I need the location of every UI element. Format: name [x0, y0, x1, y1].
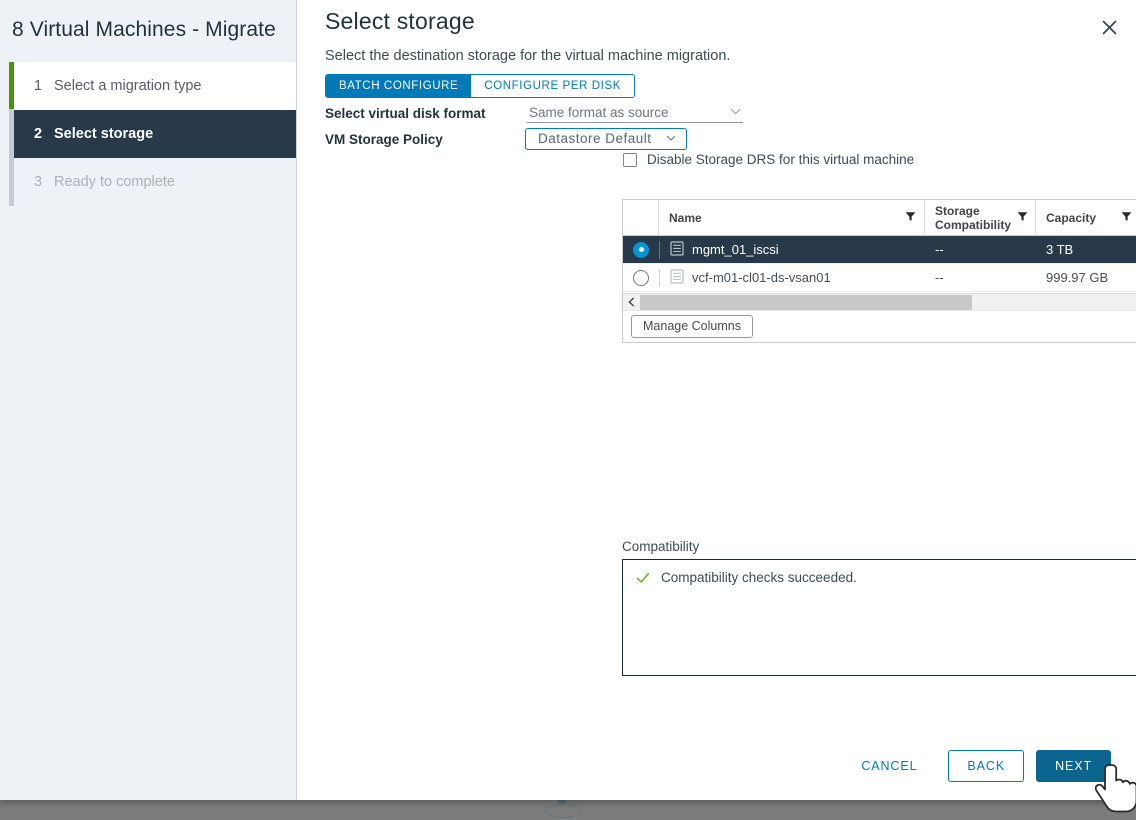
wizard-title: 8 Virtual Machines - Migrate	[0, 0, 296, 44]
compatibility-message: Compatibility checks succeeded.	[661, 570, 857, 585]
table-row[interactable]: vcf-m01-cl01-ds-vsan01 -- 999.97 GB 7.28…	[623, 264, 1136, 292]
column-header-select	[623, 200, 659, 235]
datastore-icon	[670, 269, 684, 287]
datastore-table-inner: Name StorageCompatibility	[623, 200, 1136, 292]
disable-storage-drs-label: Disable Storage DRS for this virtual mac…	[647, 152, 914, 167]
horizontal-scroll-thumb[interactable]	[640, 295, 972, 310]
column-header-name[interactable]: Name	[659, 200, 925, 235]
table-header-row: Name StorageCompatibility	[623, 200, 1136, 236]
column-header-storage-compatibility[interactable]: StorageCompatibility	[925, 200, 1036, 235]
table-footer: Manage Columns Items per page 10 2 items	[623, 310, 1136, 342]
disk-format-select[interactable]: Same format as source	[527, 104, 743, 123]
compatibility-label: Compatibility	[622, 539, 699, 554]
disable-storage-drs-row[interactable]: Disable Storage DRS for this virtual mac…	[623, 152, 914, 167]
cell-name: vcf-m01-cl01-ds-vsan01	[660, 264, 925, 291]
migrate-wizard-dialog: 8 Virtual Machines - Migrate 1 Select a …	[0, 0, 1136, 800]
configure-mode-tabs: BATCH CONFIGURE CONFIGURE PER DISK	[325, 74, 635, 98]
row-radio-selected[interactable]	[633, 242, 649, 258]
screen: 8 Virtual Machines - Migrate 1 Select a …	[0, 0, 1136, 820]
datastore-table-viewport: Name StorageCompatibility	[623, 200, 1136, 293]
check-icon	[635, 570, 651, 589]
scroll-left-icon[interactable]	[623, 294, 640, 311]
column-header-storage-compatibility-label: StorageCompatibility	[935, 204, 1011, 232]
wizard-step-1-label: Select a migration type	[54, 78, 202, 94]
column-header-name-label: Name	[669, 211, 702, 225]
background-object-ellipse	[545, 804, 581, 818]
wizard-step-3-label: Ready to complete	[54, 174, 175, 190]
chevron-down-icon	[730, 107, 741, 118]
wizard-sidebar: 8 Virtual Machines - Migrate 1 Select a …	[0, 0, 297, 800]
wizard-step-1-number: 1	[34, 78, 54, 94]
close-icon[interactable]	[1096, 14, 1122, 40]
manage-columns-button[interactable]: Manage Columns	[631, 315, 753, 338]
row-radio-cell[interactable]	[623, 242, 659, 258]
cell-name-text: vcf-m01-cl01-ds-vsan01	[692, 270, 831, 285]
disable-storage-drs-checkbox[interactable]	[623, 153, 637, 167]
filter-icon[interactable]	[1121, 211, 1132, 225]
storage-policy-value: Datastore Default	[538, 131, 652, 146]
cancel-button[interactable]: CANCEL	[842, 750, 936, 782]
wizard-steps: 1 Select a migration type 2 Select stora…	[0, 62, 296, 206]
page-subtitle: Select the destination storage for the v…	[325, 48, 730, 64]
datastore-table: Name StorageCompatibility	[622, 199, 1136, 343]
tab-batch-configure[interactable]: BATCH CONFIGURE	[326, 75, 471, 97]
storage-policy-select[interactable]: Datastore Default	[525, 128, 687, 150]
column-header-capacity[interactable]: Capacity	[1036, 200, 1136, 235]
wizard-step-2-label: Select storage	[54, 126, 153, 142]
filter-icon[interactable]	[1017, 211, 1028, 225]
row-radio[interactable]	[633, 270, 649, 286]
cell-capacity: 3 TB	[1036, 236, 1136, 263]
wizard-step-3[interactable]: 3 Ready to complete	[14, 158, 296, 206]
row-radio-cell[interactable]	[623, 270, 659, 286]
dialog-footer: CANCEL BACK NEXT	[297, 732, 1136, 800]
cell-name: mgmt_01_iscsi	[660, 236, 925, 263]
disk-format-row: Select virtual disk format Same format a…	[325, 104, 1065, 123]
page-title: Select storage	[325, 8, 475, 35]
wizard-step-1[interactable]: 1 Select a migration type	[14, 62, 296, 110]
tab-configure-per-disk[interactable]: CONFIGURE PER DISK	[471, 75, 634, 97]
wizard-step-2[interactable]: 2 Select storage	[14, 110, 296, 158]
wizard-content: Select storage Select the destination st…	[297, 0, 1136, 800]
table-row[interactable]: mgmt_01_iscsi -- 3 TB 1.46 GB 3 TB V	[623, 236, 1136, 264]
horizontal-scroll-track[interactable]	[640, 294, 1136, 311]
wizard-step-3-number: 3	[34, 174, 54, 190]
cell-name-text: mgmt_01_iscsi	[692, 242, 779, 257]
back-button[interactable]: BACK	[948, 750, 1024, 782]
storage-policy-label: VM Storage Policy	[325, 132, 525, 147]
filter-icon[interactable]	[905, 211, 916, 225]
disk-format-value: Same format as source	[529, 105, 669, 120]
table-horizontal-scrollbar[interactable]	[623, 293, 1136, 310]
storage-policy-row: VM Storage Policy Datastore Default	[325, 128, 1065, 150]
compatibility-message-row: Compatibility checks succeeded.	[635, 570, 1136, 589]
next-button[interactable]: NEXT	[1036, 750, 1111, 782]
column-header-capacity-label: Capacity	[1046, 211, 1096, 225]
datastore-icon	[670, 241, 684, 259]
cell-capacity: 999.97 GB	[1036, 264, 1136, 291]
wizard-step-2-number: 2	[34, 126, 54, 142]
cell-storage-compatibility: --	[925, 264, 1036, 291]
cell-storage-compatibility: --	[925, 236, 1036, 263]
disk-format-label: Select virtual disk format	[325, 106, 525, 121]
chevron-down-icon	[666, 133, 676, 144]
compatibility-panel: Compatibility checks succeeded.	[622, 559, 1136, 676]
